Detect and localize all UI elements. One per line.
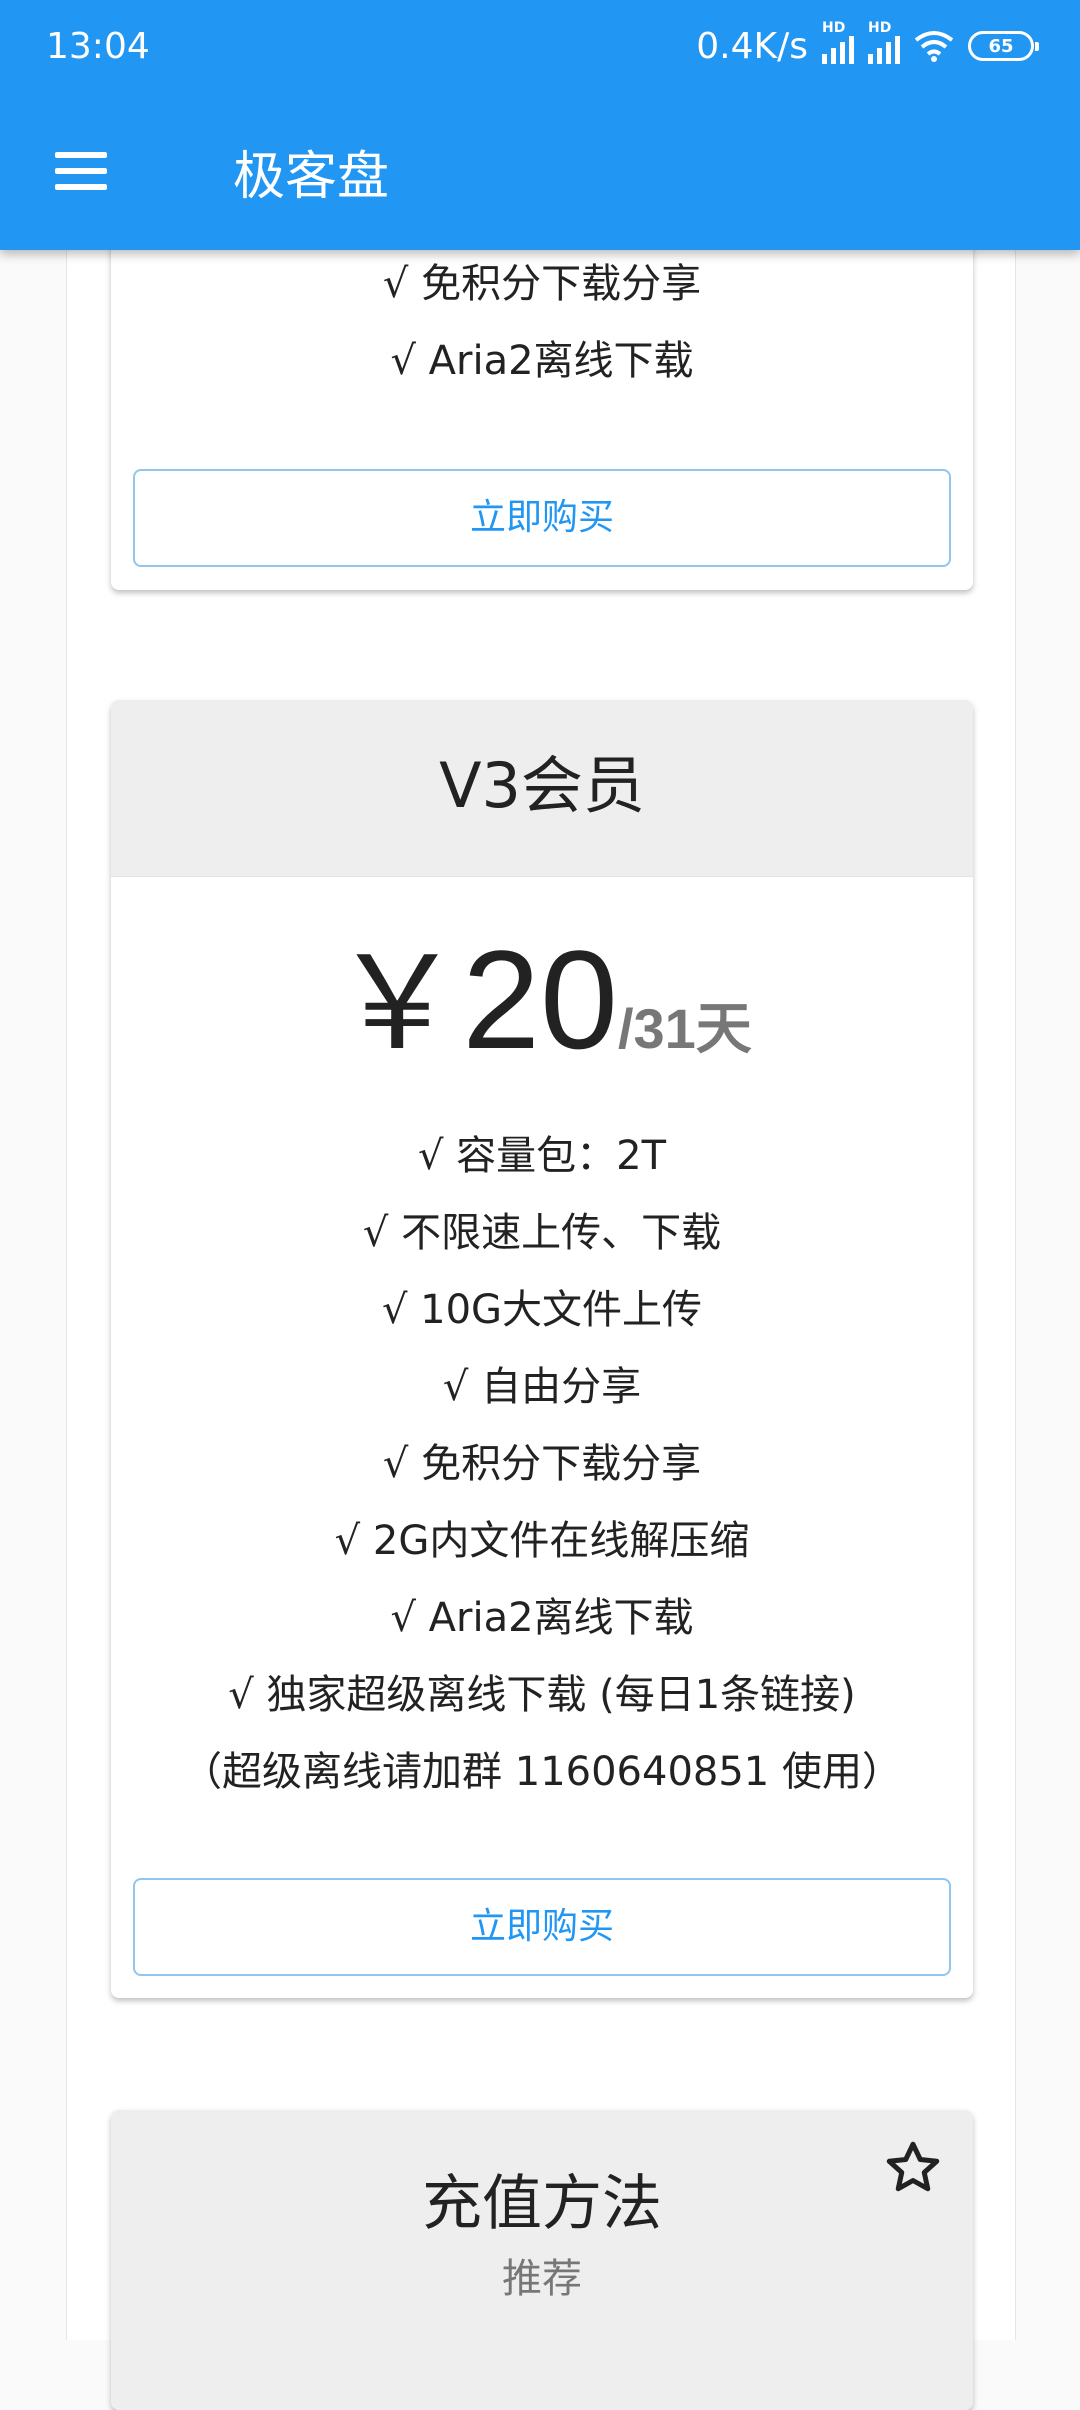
toolbar: 极客盘 <box>0 92 1080 250</box>
price: ￥20/31天 <box>111 925 973 1077</box>
recharge-card: 充值方法 推荐 <box>111 2110 973 2410</box>
feature-item: √ Aria2离线下载 <box>390 1595 694 1641</box>
recharge-title: 充值方法 <box>422 2169 662 2239</box>
battery-level: 65 <box>988 35 1014 57</box>
recharge-card-header: 充值方法 推荐 <box>111 2110 973 2410</box>
plan-card-previous: √ 免积分下载分享 √ Aria2离线下载 立即购买 <box>111 210 973 590</box>
feature-item: √ 自由分享 <box>442 1364 642 1410</box>
buy-now-button[interactable]: 立即购买 <box>133 469 951 567</box>
feature-list: √ 免积分下载分享 √ Aria2离线下载 <box>111 246 973 400</box>
feature-item: √ 10G大文件上传 <box>381 1287 703 1333</box>
app-title: 极客盘 <box>233 146 390 207</box>
feature-item: √ 免积分下载分享 <box>382 261 702 307</box>
plan-card-v3: V3会员 ￥20/31天 √ 容量包：2T √ 不限速上传、下载 √ 10G大文… <box>111 700 973 1998</box>
feature-item: √ 容量包：2T <box>417 1133 667 1179</box>
feature-item: √ Aria2离线下载 <box>390 338 694 384</box>
buy-now-button[interactable]: 立即购买 <box>133 1878 951 1976</box>
menu-icon[interactable] <box>55 116 165 226</box>
feature-item: √ 独家超级离线下载 (每日1条链接) <box>228 1672 856 1718</box>
status-icons: 0.4K/s HD HD 65 <box>696 20 1039 67</box>
signal-icon: HD <box>822 20 854 64</box>
feature-list: √ 容量包：2T √ 不限速上传、下载 √ 10G大文件上传 √ 自由分享 √ … <box>111 1118 973 1811</box>
plan-title: V3会员 <box>439 749 645 822</box>
price-period: /31天 <box>617 997 752 1060</box>
feature-item: √ 免积分下载分享 <box>382 1441 702 1487</box>
price-currency: ￥ <box>332 930 463 1076</box>
price-amount: 20 <box>462 921 618 1078</box>
status-bar: 13:04 0.4K/s HD HD 65 <box>0 0 1080 92</box>
feature-item: √ 2G内文件在线解压缩 <box>334 1518 750 1564</box>
plan-card-header: V3会员 <box>111 700 973 877</box>
feature-note: （超级离线请加群 1160640851 使用） <box>182 1749 902 1795</box>
battery-icon: 65 <box>968 31 1039 61</box>
wifi-icon <box>914 31 954 62</box>
app-bar: 13:04 0.4K/s HD HD 65 极客盘 <box>0 0 1080 250</box>
recharge-subtitle: 推荐 <box>502 2256 582 2302</box>
hd-label-2: HD <box>868 20 892 36</box>
status-time: 13:04 <box>46 25 150 67</box>
network-speed: 0.4K/s <box>696 25 808 67</box>
star-outline-icon[interactable] <box>883 2138 943 2198</box>
hd-label: HD <box>822 20 846 36</box>
signal-icon-2: HD <box>868 20 900 64</box>
content-column: √ 免积分下载分享 √ Aria2离线下载 立即购买 V3会员 ￥20/31天 … <box>66 0 1016 2410</box>
feature-item: √ 不限速上传、下载 <box>362 1210 722 1256</box>
